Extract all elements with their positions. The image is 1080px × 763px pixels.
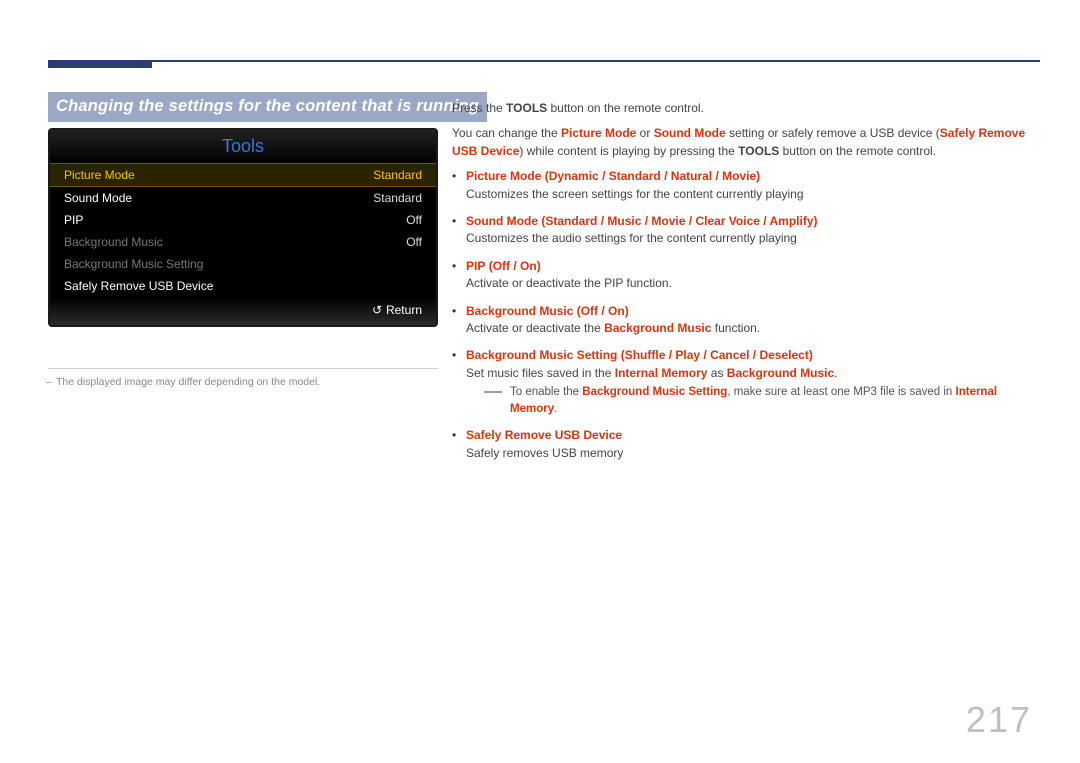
option-bg-music-setting: Background Music Setting (Shuffle / Play… — [466, 347, 1036, 417]
intro-line-1: Press the TOOLS button on the remote con… — [452, 100, 1036, 117]
page-number: 217 — [966, 699, 1032, 741]
menu-row-bg-music: Background Music Off — [50, 231, 436, 253]
description-column: Press the TOOLS button on the remote con… — [452, 100, 1036, 472]
section-heading: Changing the settings for the content th… — [48, 92, 487, 122]
menu-row-label: Background Music Setting — [64, 257, 203, 271]
bgms-note: To enable the Background Music Setting, … — [484, 384, 1036, 417]
menu-row-sound-mode: Sound Mode Standard — [50, 187, 436, 209]
menu-row-label: Picture Mode — [64, 168, 135, 182]
top-tab — [48, 60, 152, 68]
return-icon: ↻ — [372, 303, 382, 317]
option-bg-music: Background Music (Off / On) Activate or … — [466, 303, 1036, 338]
tools-footer: ↻ Return — [50, 297, 436, 325]
top-rule — [48, 60, 1040, 62]
menu-row-picture-mode: Picture Mode Standard — [50, 163, 436, 187]
dash-icon — [484, 391, 502, 393]
menu-row-safe-remove: Safely Remove USB Device — [50, 275, 436, 297]
menu-row-pip: PIP Off — [50, 209, 436, 231]
menu-row-bg-music-setting: Background Music Setting — [50, 253, 436, 275]
menu-row-value: Standard — [373, 191, 422, 205]
menu-row-label: Safely Remove USB Device — [64, 279, 213, 293]
menu-row-label: Sound Mode — [64, 191, 132, 205]
option-sound-mode: Sound Mode (Standard / Music / Movie / C… — [466, 213, 1036, 248]
menu-row-label: Background Music — [64, 235, 163, 249]
menu-row-value: Standard — [373, 168, 422, 182]
intro-line-2: You can change the Picture Mode or Sound… — [452, 125, 1036, 160]
menu-row-label: PIP — [64, 213, 83, 227]
note-divider — [48, 368, 438, 369]
option-picture-mode: Picture Mode (Dynamic / Standard / Natur… — [466, 168, 1036, 203]
options-list: Picture Mode (Dynamic / Standard / Natur… — [452, 168, 1036, 462]
image-disclaimer: The displayed image may differ depending… — [56, 376, 320, 388]
menu-row-value: Off — [406, 213, 422, 227]
option-safe-remove: Safely Remove USB Device Safely removes … — [466, 427, 1036, 462]
menu-row-value: Off — [406, 235, 422, 249]
return-label: Return — [386, 303, 422, 317]
tools-title: Tools — [50, 130, 436, 163]
option-pip: PIP (Off / On) Activate or deactivate th… — [466, 258, 1036, 293]
manual-page: Changing the settings for the content th… — [0, 0, 1080, 763]
tools-menu-screenshot: Tools Picture Mode Standard Sound Mode S… — [48, 128, 438, 327]
